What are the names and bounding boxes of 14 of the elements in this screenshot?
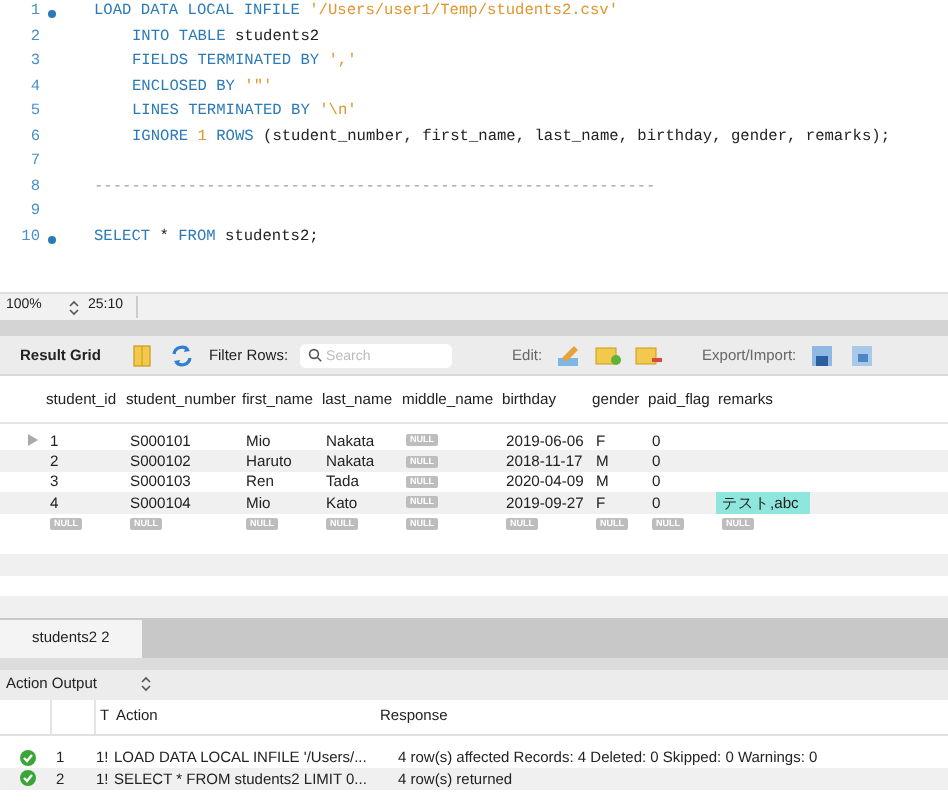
stepper-icon[interactable] — [68, 299, 80, 315]
statement-marker-icon — [48, 10, 56, 19]
import-icon[interactable] — [848, 341, 877, 369]
success-icon — [20, 749, 36, 766]
add-row-icon[interactable] — [594, 341, 623, 369]
statement-marker-icon — [48, 235, 56, 244]
stepper-icon[interactable] — [140, 676, 153, 693]
refresh-icon[interactable] — [168, 341, 197, 369]
pencil-icon[interactable] — [554, 341, 583, 369]
grid-icon[interactable] — [128, 341, 157, 369]
export-icon[interactable] — [808, 341, 837, 369]
search-icon — [308, 348, 323, 362]
delete-row-icon[interactable] — [634, 341, 663, 369]
success-icon — [20, 770, 36, 787]
